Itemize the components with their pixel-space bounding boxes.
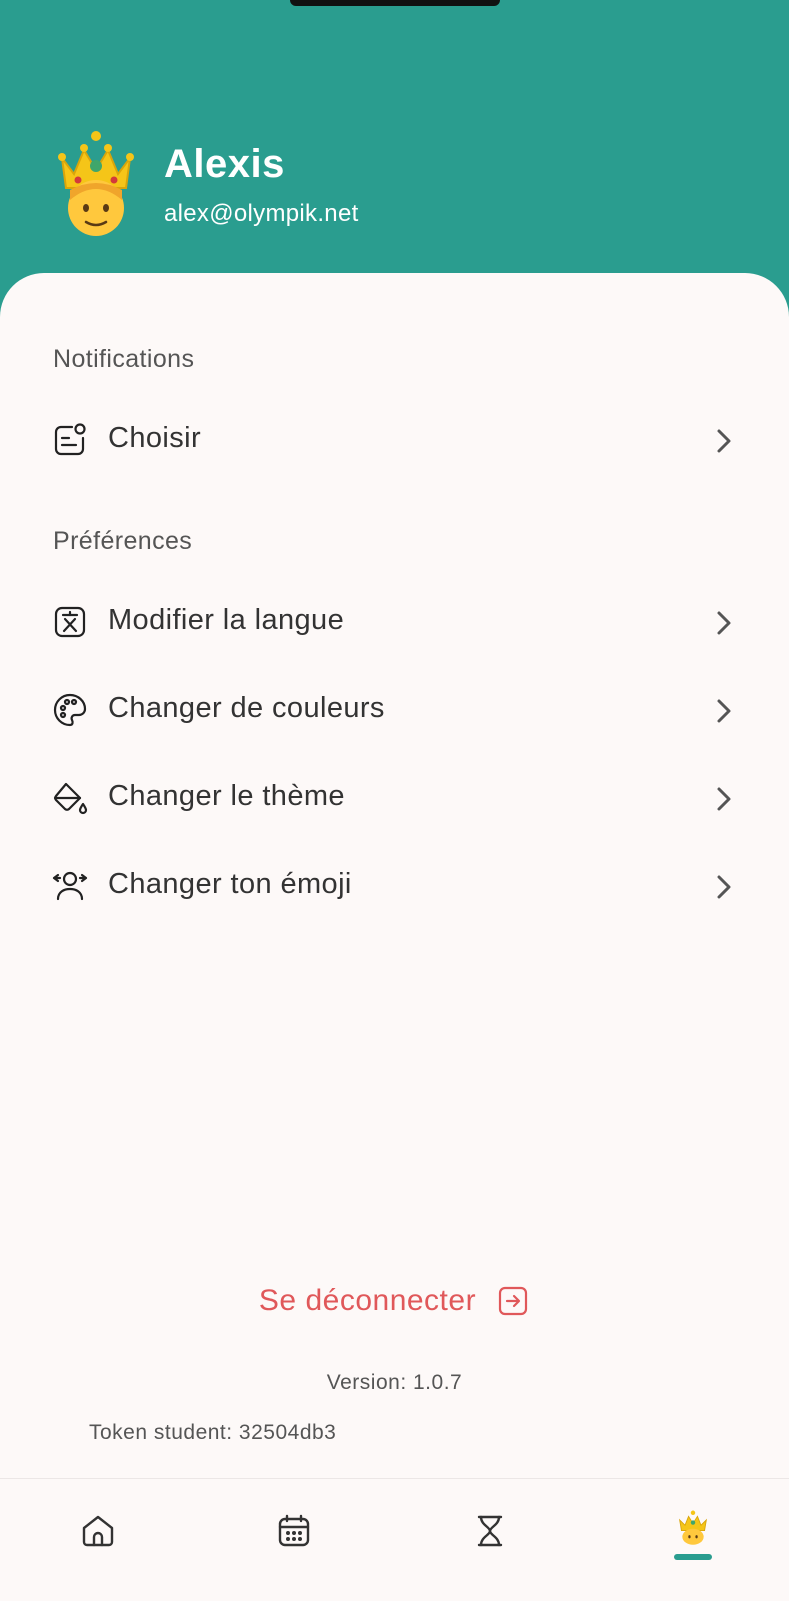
student-token: Token student: 32504db3: [89, 1421, 337, 1444]
logout-icon: [496, 1284, 530, 1318]
section-title-preferences: Préférences: [53, 527, 193, 555]
row-change-theme[interactable]: Changer le thème: [0, 766, 789, 826]
palette-icon: [52, 692, 88, 728]
profile-emoji-icon: [679, 1510, 707, 1545]
row-label: Changer le thème: [108, 780, 345, 812]
chevron-right-icon: [712, 696, 736, 726]
chevron-right-icon: [712, 872, 736, 902]
notification-settings-icon: [52, 422, 88, 458]
app-version: Version: 1.0.7: [326, 1371, 463, 1394]
logout-label: Se déconnecter: [258, 1284, 477, 1317]
chevron-right-icon: [712, 426, 736, 456]
tab-hourglass[interactable]: [460, 1505, 520, 1565]
section-title-notifications: Notifications: [53, 345, 195, 373]
user-swap-icon: [52, 868, 88, 904]
settings-sheet: [0, 273, 789, 1600]
row-choose-notifications[interactable]: Choisir: [0, 408, 789, 468]
user-name: Alexis: [164, 142, 285, 186]
translate-icon: [52, 604, 88, 640]
chevron-right-icon: [712, 608, 736, 638]
active-tab-indicator: [674, 1554, 712, 1560]
row-label: Changer de couleurs: [108, 692, 385, 724]
user-email: alex@olympik.net: [164, 200, 359, 227]
bottom-tab-bar: [0, 1478, 789, 1601]
row-change-colors[interactable]: Changer de couleurs: [0, 678, 789, 738]
row-change-language[interactable]: Modifier la langue: [0, 590, 789, 650]
row-label: Changer ton émoji: [108, 868, 352, 900]
tab-calendar[interactable]: [264, 1505, 324, 1565]
calendar-icon: [278, 1514, 310, 1547]
row-label: Modifier la langue: [108, 604, 345, 636]
chevron-right-icon: [712, 784, 736, 814]
prince-emoji-avatar[interactable]: [56, 128, 136, 238]
profile-header: Alexis alex@olympik.net: [0, 0, 789, 300]
row-label: Choisir: [108, 422, 202, 454]
home-icon: [82, 1515, 114, 1547]
hourglass-icon: [477, 1515, 503, 1547]
row-change-emoji[interactable]: Changer ton émoji: [0, 854, 789, 914]
tab-home[interactable]: [68, 1505, 128, 1565]
paint-bucket-icon: [52, 780, 88, 816]
logout-button[interactable]: Se déconnecter: [0, 1284, 789, 1318]
